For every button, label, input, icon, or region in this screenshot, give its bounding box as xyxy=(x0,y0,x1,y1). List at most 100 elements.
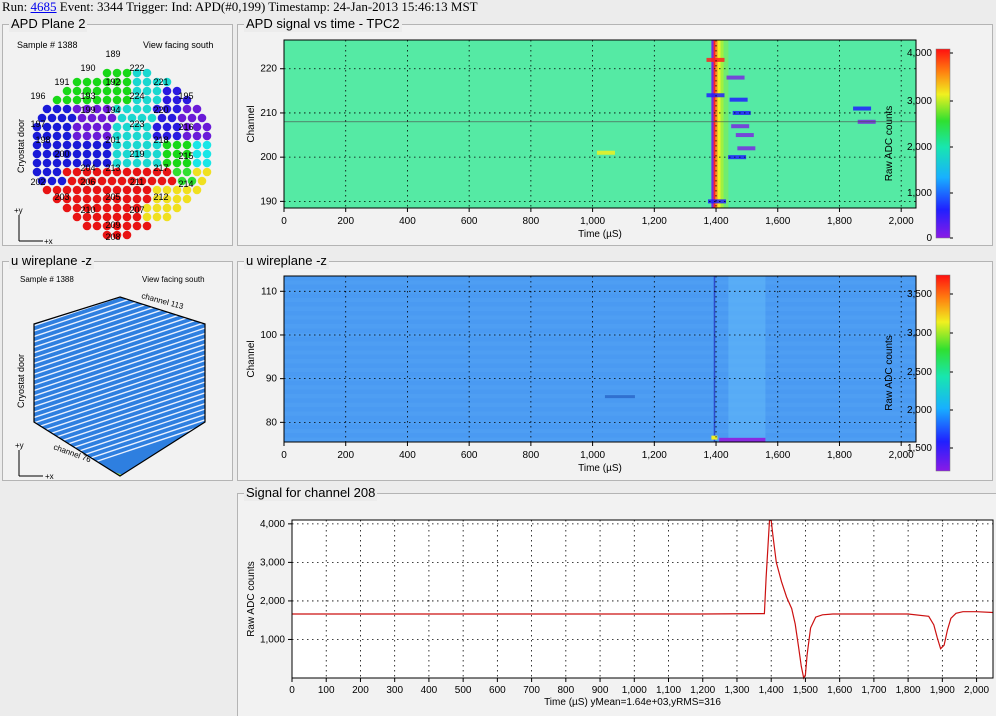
apd-channel-dot[interactable] xyxy=(182,131,192,141)
apd-channel-dot[interactable] xyxy=(202,167,212,177)
apd-channel-dot[interactable] xyxy=(82,149,92,159)
apd-channel-dot[interactable] xyxy=(122,167,132,177)
apd-channel-dot[interactable] xyxy=(142,167,152,177)
apd-channel-dot[interactable] xyxy=(32,158,42,168)
apd-channel-dot[interactable] xyxy=(162,149,172,159)
apd-channel-dot[interactable] xyxy=(92,131,102,141)
apd-channel-dot[interactable] xyxy=(32,149,42,159)
apd-channel-dot[interactable] xyxy=(142,131,152,141)
run-number-link[interactable]: 4685 xyxy=(31,0,57,14)
apd-channel-dot[interactable] xyxy=(82,77,92,87)
apd-channel-dot[interactable] xyxy=(52,167,62,177)
apd-channel-dot[interactable] xyxy=(52,122,62,132)
apd-channel-dot[interactable] xyxy=(62,158,72,168)
apd-channel-dot[interactable] xyxy=(72,149,82,159)
apd-channel-dot[interactable] xyxy=(202,131,212,141)
apd-channel-dot[interactable] xyxy=(117,176,127,186)
apd-channel-dot[interactable] xyxy=(82,131,92,141)
apd-channel-dot[interactable] xyxy=(192,104,202,114)
apd-channel-dot[interactable] xyxy=(122,77,132,87)
apd-channel-dot[interactable] xyxy=(42,104,52,114)
apd-channel-dot[interactable] xyxy=(102,122,112,132)
u-wireplane-heatmap[interactable]: 0 200 400 600 800 1,000 1,200 1,400 1,600 1,800 2,… xyxy=(238,262,994,482)
apd-channel-dot[interactable] xyxy=(52,158,62,168)
apd-channel-dot[interactable] xyxy=(142,140,152,150)
apd-channel-dot[interactable] xyxy=(142,194,152,204)
apd-channel-dot[interactable] xyxy=(132,104,142,114)
apd-channel-dot[interactable] xyxy=(112,122,122,132)
apd-channel-dot[interactable] xyxy=(62,167,72,177)
apd-channel-dot[interactable] xyxy=(122,104,132,114)
apd-channel-dot[interactable] xyxy=(62,95,72,105)
apd-channel-dot[interactable] xyxy=(167,113,177,123)
apd-channel-dot[interactable] xyxy=(172,203,182,213)
apd-channel-dot[interactable] xyxy=(62,140,72,150)
apd-plane-map[interactable]: Sample # 1388 View facing south Cryostat… xyxy=(3,25,234,247)
apd-channel-dot[interactable] xyxy=(172,104,182,114)
apd-channel-dot[interactable] xyxy=(192,185,202,195)
apd-channel-dot[interactable] xyxy=(122,194,132,204)
apd-channel-dot[interactable] xyxy=(42,149,52,159)
apd-channel-dot[interactable] xyxy=(172,140,182,150)
apd-channel-dot[interactable] xyxy=(67,113,77,123)
apd-channel-dot[interactable] xyxy=(82,194,92,204)
apd-channel-dot[interactable] xyxy=(192,167,202,177)
apd-channel-dot[interactable] xyxy=(82,221,92,231)
apd-channel-dot[interactable] xyxy=(62,203,72,213)
apd-channel-dot[interactable] xyxy=(192,158,202,168)
signal-line-chart[interactable]: 0 100 200 300 400 500 600 700 800 900 1,000 1,100 1,… xyxy=(238,494,996,716)
apd-channel-dot[interactable] xyxy=(97,176,107,186)
apd-channel-dot[interactable] xyxy=(142,221,152,231)
apd-channel-dot[interactable] xyxy=(132,131,142,141)
apd-channel-dot[interactable] xyxy=(92,149,102,159)
apd-channel-dot[interactable] xyxy=(32,167,42,177)
apd-channel-dot[interactable] xyxy=(152,212,162,222)
apd-channel-dot[interactable] xyxy=(162,203,172,213)
apd-channel-dot[interactable] xyxy=(57,176,67,186)
apd-channel-dot[interactable] xyxy=(162,95,172,105)
apd-channel-dot[interactable] xyxy=(122,221,132,231)
apd-signal-heatmap[interactable]: 0 200 400 600 800 1,000 1,200 1,400 1,600 1,800 2,… xyxy=(238,25,994,247)
apd-channel-dot[interactable] xyxy=(162,212,172,222)
apd-channel-dot[interactable] xyxy=(192,122,202,132)
apd-channel-dot[interactable] xyxy=(202,140,212,150)
apd-channel-dot[interactable] xyxy=(132,194,142,204)
apd-channel-dot[interactable] xyxy=(152,149,162,159)
apd-channel-dot[interactable] xyxy=(102,203,112,213)
apd-channel-dot[interactable] xyxy=(62,122,72,132)
apd-channel-dot[interactable] xyxy=(52,140,62,150)
apd-channel-dot[interactable] xyxy=(112,95,122,105)
apd-channel-dot[interactable] xyxy=(192,131,202,141)
apd-channel-dot[interactable] xyxy=(182,194,192,204)
apd-channel-dot[interactable] xyxy=(182,167,192,177)
apd-channel-dot[interactable] xyxy=(182,104,192,114)
apd-channel-dot[interactable] xyxy=(172,131,182,141)
apd-channel-dot[interactable] xyxy=(152,203,162,213)
apd-channel-dot[interactable] xyxy=(152,95,162,105)
apd-channel-dot[interactable] xyxy=(112,68,122,78)
apd-channel-dot[interactable] xyxy=(202,149,212,159)
apd-channel-dot[interactable] xyxy=(67,176,77,186)
apd-channel-dot[interactable] xyxy=(142,158,152,168)
apd-channel-dot[interactable] xyxy=(102,68,112,78)
apd-channel-dot[interactable] xyxy=(42,167,52,177)
apd-channel-dot[interactable] xyxy=(197,176,207,186)
apd-channel-dot[interactable] xyxy=(177,113,187,123)
apd-channel-dot[interactable] xyxy=(72,77,82,87)
apd-channel-dot[interactable] xyxy=(52,131,62,141)
apd-channel-dot[interactable] xyxy=(172,194,182,204)
apd-channel-dot[interactable] xyxy=(182,140,192,150)
apd-channel-dot[interactable] xyxy=(42,158,52,168)
apd-channel-dot[interactable] xyxy=(157,176,167,186)
apd-channel-dot[interactable] xyxy=(132,221,142,231)
apd-channel-dot[interactable] xyxy=(152,86,162,96)
apd-channel-dot[interactable] xyxy=(122,158,132,168)
apd-channel-dot[interactable] xyxy=(82,140,92,150)
apd-channel-dot[interactable] xyxy=(82,122,92,132)
apd-channel-dot[interactable] xyxy=(187,113,197,123)
apd-channel-dot[interactable] xyxy=(92,140,102,150)
apd-channel-dot[interactable] xyxy=(112,203,122,213)
apd-channel-dot[interactable] xyxy=(122,230,132,240)
apd-channel-dot[interactable] xyxy=(142,77,152,87)
u-plane-map[interactable]: Sample # 1388 View facing south Cryostat… xyxy=(3,262,234,482)
